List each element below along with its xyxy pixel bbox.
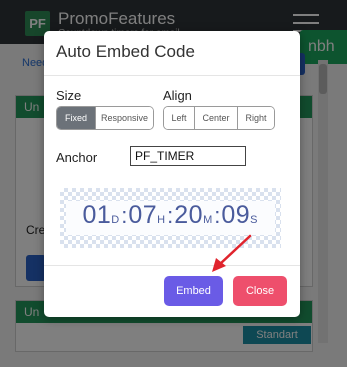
close-button[interactable]: Close [233,276,287,306]
modal-title: Auto Embed Code [56,42,195,61]
timer-days-unit: D [111,214,120,226]
align-toggle-group: Left Center Right [163,106,275,130]
timer-minutes: 20 [174,201,204,229]
timer-minutes-unit: M [203,214,213,226]
timer-separator: : [214,203,221,228]
timer-seconds: 09 [221,201,251,229]
anchor-input[interactable] [130,146,246,166]
align-label: Align [163,88,192,103]
auto-embed-modal: Auto Embed Code Size Fixed Responsive Al… [44,31,300,317]
modal-footer-divider [44,265,300,266]
align-center-button[interactable]: Center [195,107,238,129]
size-fixed-button[interactable]: Fixed [57,107,96,129]
align-left-button[interactable]: Left [164,107,195,129]
embed-button[interactable]: Embed [164,276,223,306]
anchor-label: Anchor [56,150,98,165]
timer-hours-unit: H [157,214,166,226]
timer-preview: 01 D : 07 H : 20 M : 09 S [60,188,281,248]
timer-separator: : [167,203,174,228]
timer-hours: 07 [128,201,158,229]
modal-header-divider [44,75,300,76]
timer-seconds-unit: S [250,214,258,226]
size-toggle-group: Fixed Responsive [56,106,154,130]
size-label: Size [56,88,82,103]
align-right-button[interactable]: Right [238,107,274,129]
size-responsive-button[interactable]: Responsive [96,107,153,129]
timer-days: 01 [82,201,112,229]
timer-separator: : [121,203,128,228]
countdown-timer: 01 D : 07 H : 20 M : 09 S [66,201,275,235]
